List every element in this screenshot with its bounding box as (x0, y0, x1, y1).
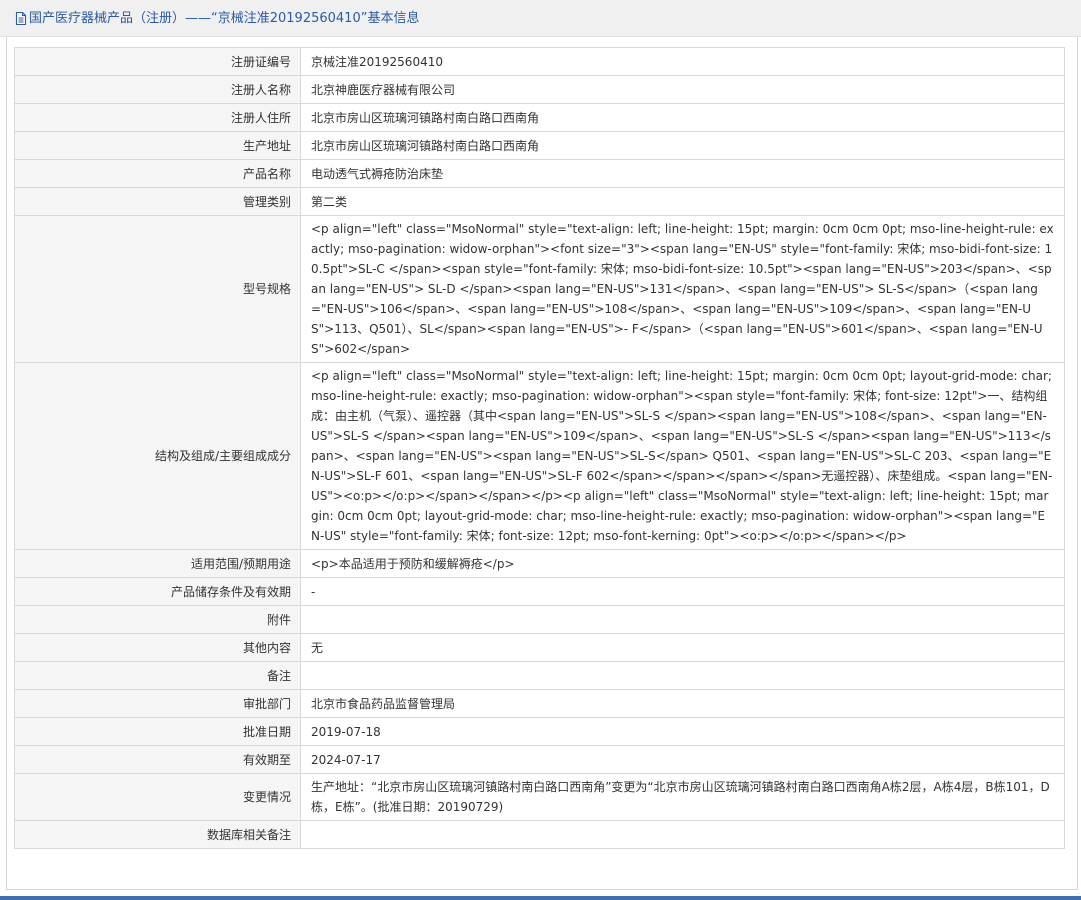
field-value: 2019-07-18 (300, 717, 1065, 746)
table-row: 注册证编号 京械注准20192560410 (14, 47, 1065, 76)
table-row: 批准日期 2019-07-18 (14, 717, 1065, 746)
table-row: 结构及组成/主要组成成分 <p align="left" class="MsoN… (14, 362, 1065, 550)
table-row: 生产地址 北京市房山区琉璃河镇路村南白路口西南角 (14, 131, 1065, 160)
field-value: 北京神鹿医疗器械有限公司 (300, 75, 1065, 104)
table-row: 型号规格 <p align="left" class="MsoNormal" s… (14, 215, 1065, 363)
field-value: 北京市房山区琉璃河镇路村南白路口西南角 (300, 103, 1065, 132)
field-label: 型号规格 (14, 215, 301, 363)
field-value: 电动透气式褥疮防治床垫 (300, 159, 1065, 188)
table-row: 审批部门 北京市食品药品监督管理局 (14, 689, 1065, 718)
field-label: 审批部门 (14, 689, 301, 718)
table-row: 注册人住所 北京市房山区琉璃河镇路村南白路口西南角 (14, 103, 1065, 132)
table-row: 变更情况 生产地址：“北京市房山区琉璃河镇路村南白路口西南角”变更为“北京市房山… (14, 773, 1065, 821)
field-label: 其他内容 (14, 633, 301, 662)
field-label: 生产地址 (14, 131, 301, 160)
field-label: 适用范围/预期用途 (14, 549, 301, 578)
table-row: 附件 (14, 605, 1065, 634)
field-label: 结构及组成/主要组成成分 (14, 362, 301, 550)
field-value: 无 (300, 633, 1065, 662)
table-row: 数据库相关备注 (14, 820, 1065, 849)
document-icon (15, 11, 27, 26)
table-row: 注册人名称 北京神鹿医疗器械有限公司 (14, 75, 1065, 104)
table-row: 备注 (14, 661, 1065, 690)
field-label: 产品名称 (14, 159, 301, 188)
page-header: 国产医疗器械产品（注册）——“京械注准20192560410”基本信息 (0, 0, 1081, 37)
field-value: 北京市房山区琉璃河镇路村南白路口西南角 (300, 131, 1065, 160)
field-value: <p align="left" class="MsoNormal" style=… (300, 215, 1065, 363)
field-value: 生产地址：“北京市房山区琉璃河镇路村南白路口西南角”变更为“北京市房山区琉璃河镇… (300, 773, 1065, 821)
field-value: <p align="left" class="MsoNormal" style=… (300, 362, 1065, 550)
field-value: <p>本品适用于预防和缓解褥疮</p> (300, 549, 1065, 578)
field-value (300, 820, 1065, 849)
bottom-accent-bar (0, 896, 1081, 900)
field-value: 2024-07-17 (300, 745, 1065, 774)
field-value (300, 661, 1065, 690)
detail-table: 注册证编号 京械注准20192560410 注册人名称 北京神鹿医疗器械有限公司… (14, 47, 1065, 849)
table-row: 管理类别 第二类 (14, 187, 1065, 216)
field-value (300, 605, 1065, 634)
field-value: 北京市食品药品监督管理局 (300, 689, 1065, 718)
field-label: 附件 (14, 605, 301, 634)
field-label: 注册人名称 (14, 75, 301, 104)
field-label: 数据库相关备注 (14, 820, 301, 849)
page-title: 国产医疗器械产品（注册）——“京械注准20192560410”基本信息 (29, 11, 420, 26)
table-row: 产品名称 电动透气式褥疮防治床垫 (14, 159, 1065, 188)
field-label: 注册人住所 (14, 103, 301, 132)
table-row: 其他内容 无 (14, 633, 1065, 662)
field-label: 产品储存条件及有效期 (14, 577, 301, 606)
field-value: - (300, 577, 1065, 606)
table-row: 产品储存条件及有效期 - (14, 577, 1065, 606)
field-label: 有效期至 (14, 745, 301, 774)
field-label: 管理类别 (14, 187, 301, 216)
field-value: 第二类 (300, 187, 1065, 216)
table-row: 适用范围/预期用途 <p>本品适用于预防和缓解褥疮</p> (14, 549, 1065, 578)
field-label: 批准日期 (14, 717, 301, 746)
field-label: 注册证编号 (14, 47, 301, 76)
table-row: 有效期至 2024-07-17 (14, 745, 1065, 774)
field-label: 变更情况 (14, 773, 301, 821)
field-value: 京械注准20192560410 (300, 47, 1065, 76)
field-label: 备注 (14, 661, 301, 690)
